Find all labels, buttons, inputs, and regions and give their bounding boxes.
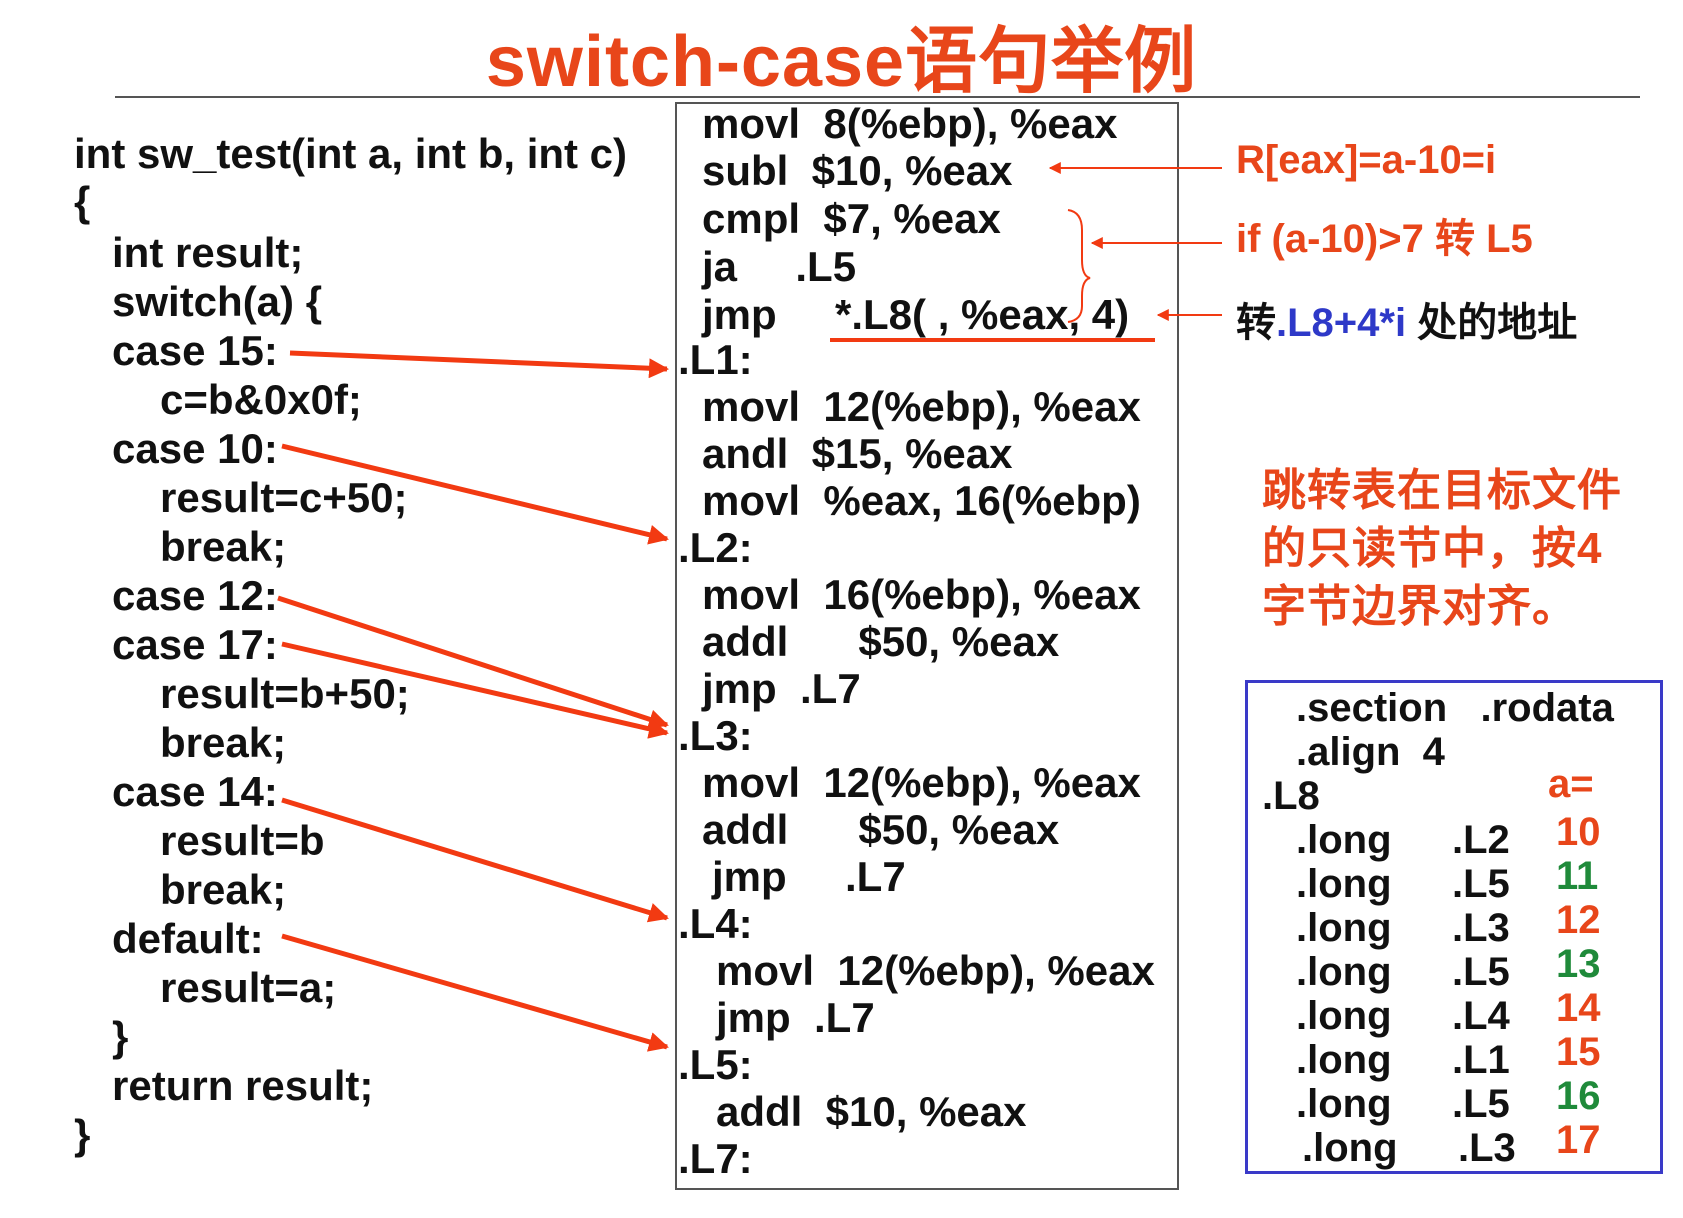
arrow-default-to-l5 bbox=[281, 933, 669, 1052]
arrow-case-12-to-l3 bbox=[277, 595, 669, 729]
arrow-case-17-to-l3 bbox=[281, 641, 669, 739]
arrow-case-14-to-l4 bbox=[281, 797, 669, 923]
brace-cmp-ja bbox=[1067, 209, 1091, 323]
arrow-case-15-to-l1 bbox=[289, 350, 669, 379]
arrows-layer bbox=[277, 162, 1222, 1052]
arrow-case-10-to-l2 bbox=[281, 443, 669, 545]
